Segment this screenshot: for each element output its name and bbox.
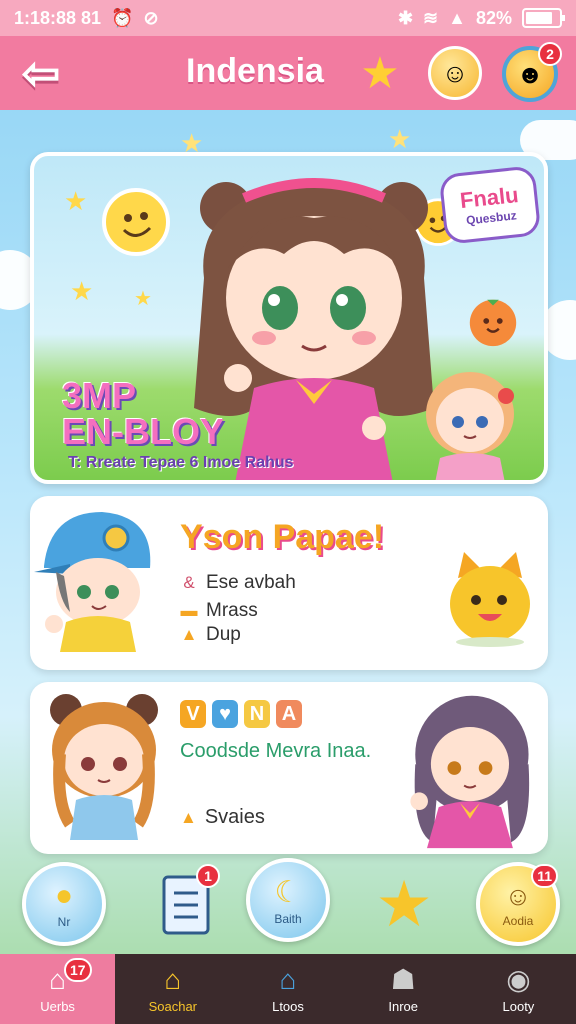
letter-tile: ♥ xyxy=(212,700,238,728)
card1-line-3: ▲ Dup xyxy=(180,624,241,646)
card1-line-2: ▬ Mrass xyxy=(180,600,258,622)
star-face-icon: ★ xyxy=(375,868,433,940)
star-decoration-icon: ★ xyxy=(134,288,152,310)
quick-button-4[interactable]: ★ xyxy=(362,862,446,946)
info-card-1[interactable]: Yson Papae! & Ese avbah ▬ Mrass ▲ Dup xyxy=(30,496,548,670)
quick-button-2-badge: 1 xyxy=(196,864,220,888)
star-decoration-icon: ★ xyxy=(388,124,412,154)
info-card-2[interactable]: V ♥ N A Coodsde Mevra Inaa. ▲ Svaies xyxy=(30,682,548,854)
card2-line: ▲ Svaies xyxy=(180,806,265,829)
app-header: ⇦ Indensia ★ ☺ ☻ 2 xyxy=(0,36,576,110)
chibi-braids-girl-illustration xyxy=(50,694,158,840)
hero-subtitle: T: Rreate Tepae 6 Imoe Rahus xyxy=(68,454,294,471)
back-button[interactable]: ⇦ xyxy=(12,46,70,100)
mascot-face-icon: ☻ xyxy=(516,58,544,89)
card1-title: Yson Papae! xyxy=(180,518,385,556)
bottom-navigation: ⌂ Uerbs 17 ⌂ Soachar ⌂ Ltoos ☗ Inroe ◉ L… xyxy=(0,954,576,1024)
triangle-icon: ▲ xyxy=(180,807,197,827)
globe-icon: ◉ xyxy=(506,963,531,995)
hero-banner[interactable]: ★ ★ ★ Fnalu Quesbuz 3MP EN-BLOY T: Rreat… xyxy=(30,152,548,484)
card1-line1-text: Ese avbah xyxy=(206,572,296,593)
profile-avatar[interactable]: ☻ 2 xyxy=(502,42,562,102)
quick-button-5-badge: 11 xyxy=(531,864,558,888)
status-time: 1:18:88 81 xyxy=(14,7,102,28)
arrow-left-icon: ⇦ xyxy=(21,47,61,99)
battery-icon xyxy=(522,8,565,28)
card2-subtitle: Coodsde Mevra Inaa. xyxy=(180,740,372,762)
chibi-purple-hair-girl-illustration xyxy=(410,695,530,849)
quick-button-2[interactable]: 1 xyxy=(146,862,230,946)
quick-button-5-label: Aodia xyxy=(502,913,534,928)
bluetooth-icon: ✱ xyxy=(397,7,414,28)
smiley-coin-icon: ☺ xyxy=(441,57,469,88)
chibi-cap-character-illustration xyxy=(34,512,151,652)
nav-item-more[interactable]: ◉ Looty xyxy=(461,954,576,1024)
star-decoration-icon: ★ xyxy=(70,276,94,306)
hero-title-line2: EN-BLOY xyxy=(62,411,224,452)
nav-item-shop[interactable]: ⌂ Ltoos xyxy=(230,954,345,1024)
letter-tile: V xyxy=(180,700,206,728)
card1-line3-text: Dup xyxy=(206,624,241,645)
wifi-icon: ≋ xyxy=(423,7,439,28)
chick-icon: ● xyxy=(54,879,74,912)
coin-button[interactable]: ☺ xyxy=(428,46,482,100)
battery-percent: 82% xyxy=(475,7,512,28)
link-icon: & xyxy=(183,573,195,592)
banana-icon: ☾ xyxy=(274,875,302,909)
nav-label-home: Uerbs xyxy=(40,998,75,1014)
star-decoration-icon: ★ xyxy=(64,186,88,216)
nav-label-profile: Inroe xyxy=(388,998,419,1014)
hero-title-line1: 3MP xyxy=(62,375,137,416)
card2-line-text: Svaies xyxy=(204,806,265,828)
letter-tiles: V ♥ N A xyxy=(180,700,302,728)
yellow-cat-mascot-illustration xyxy=(450,552,530,647)
nav-label-more: Looty xyxy=(502,998,535,1014)
promo-sticker[interactable]: Fnalu Quesbuz xyxy=(438,165,542,245)
nav-item-search[interactable]: ⌂ Soachar xyxy=(115,954,230,1024)
avatar-badge: 2 xyxy=(538,42,562,66)
letter-tile: A xyxy=(276,700,302,728)
nav-item-profile[interactable]: ☗ Inroe xyxy=(346,954,461,1024)
nav-home-badge: 17 xyxy=(64,958,92,982)
shop-icon: ⌂ xyxy=(279,963,297,995)
alarm-icon: ⏰ xyxy=(111,7,134,28)
nav-label-shop: Ltoos xyxy=(272,998,304,1014)
orange-mascot-icon xyxy=(469,299,517,347)
smiley-bubble-icon xyxy=(102,188,170,256)
chibi-small-girl-illustration xyxy=(426,372,514,480)
quick-action-row: ● Nr 1 ☾ Baith ★ ☺ Aodia 11 xyxy=(0,858,576,950)
status-bar: 1:18:88 81 ⏰ ⊘ ✱ ≋ ▲ 82% xyxy=(0,0,576,36)
house-icon: ⌂ xyxy=(164,963,182,995)
quick-button-3[interactable]: ☾ Baith xyxy=(246,858,330,942)
letter-tile: N xyxy=(244,700,270,728)
page-title: Indensia xyxy=(186,52,324,90)
triangle-icon: ▲ xyxy=(180,625,198,644)
signal-icon: ▲ xyxy=(448,7,466,28)
quick-button-1[interactable]: ● Nr xyxy=(22,862,106,946)
quick-button-3-label: Baith xyxy=(274,911,302,926)
card1-line-1: & Ese avbah xyxy=(180,572,296,594)
star-mascot-icon[interactable]: ★ xyxy=(356,50,404,98)
nav-item-home[interactable]: ⌂ Uerbs 17 xyxy=(0,954,116,1024)
person-icon: ☗ xyxy=(390,963,416,995)
compass-icon: ⊘ xyxy=(143,7,159,28)
quick-button-1-label: Nr xyxy=(57,915,71,929)
nav-label-search: Soachar xyxy=(148,998,198,1014)
hero-title: 3MP EN-BLOY xyxy=(62,378,224,450)
card1-line2-text: Mrass xyxy=(206,600,258,621)
mascot-face-icon: ☺ xyxy=(504,880,532,911)
dash-icon: ▬ xyxy=(180,601,198,620)
quick-button-5[interactable]: ☺ Aodia 11 xyxy=(476,862,560,946)
